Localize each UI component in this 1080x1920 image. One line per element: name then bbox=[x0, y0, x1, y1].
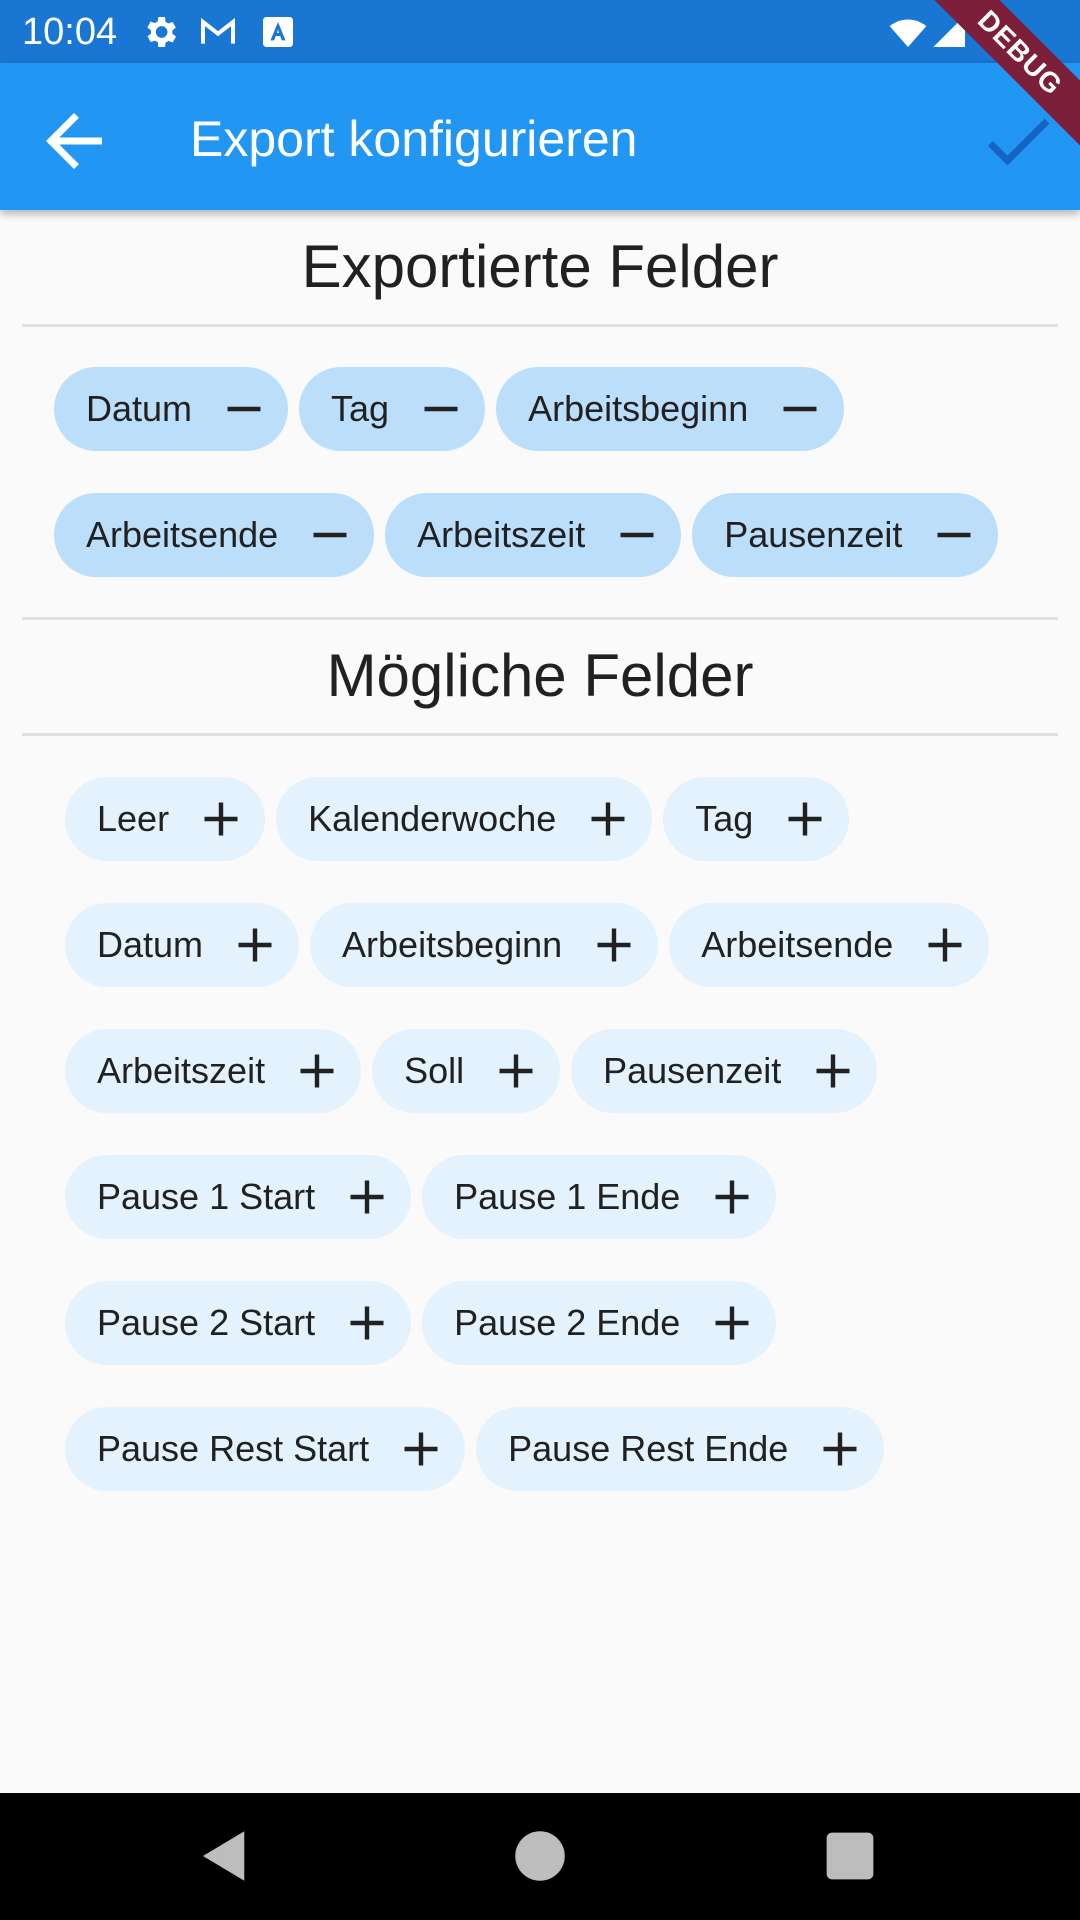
plus-icon[interactable] bbox=[199, 797, 243, 841]
plus-icon[interactable] bbox=[345, 1301, 389, 1345]
chip-label: Pause 2 Ende bbox=[454, 1302, 681, 1343]
chip-label: Pausenzeit bbox=[603, 1050, 782, 1091]
chip-label: Datum bbox=[97, 924, 204, 965]
chip-label: Tag bbox=[695, 798, 754, 839]
chip-label: Pause 1 Start bbox=[97, 1176, 316, 1217]
exported-field-chip[interactable]: Arbeitsbeginn bbox=[496, 367, 845, 451]
navigation-bar bbox=[0, 1793, 1080, 1920]
chip-label: Pause Rest Ende bbox=[508, 1428, 789, 1469]
possible-field-chip[interactable]: Pause 2 Start bbox=[65, 1281, 412, 1365]
possible-field-chip[interactable]: Pause 1 Ende bbox=[422, 1155, 777, 1239]
possible-field-chip[interactable]: Datum bbox=[65, 903, 300, 987]
status-time: 10:04 bbox=[22, 11, 118, 53]
plus-icon[interactable] bbox=[586, 797, 630, 841]
status-bar: 10:04 bbox=[0, 0, 1080, 63]
plus-icon[interactable] bbox=[592, 923, 636, 967]
possible-field-chip[interactable]: Arbeitsende bbox=[669, 903, 990, 987]
app-bar: Export konfigurieren bbox=[0, 63, 1080, 210]
minus-icon[interactable] bbox=[778, 387, 822, 431]
wifi-icon bbox=[889, 19, 927, 47]
plus-icon[interactable] bbox=[818, 1427, 862, 1471]
divider bbox=[22, 733, 1058, 736]
plus-icon[interactable] bbox=[811, 1049, 855, 1093]
minus-icon[interactable] bbox=[419, 387, 463, 431]
possible-field-chip[interactable]: Soll bbox=[372, 1029, 561, 1113]
text-a-icon bbox=[263, 17, 293, 47]
plus-icon[interactable] bbox=[399, 1427, 443, 1471]
possible-fields-title: Mögliche Felder bbox=[326, 642, 754, 709]
minus-icon[interactable] bbox=[615, 513, 659, 557]
possible-field-chip[interactable]: Pause 1 Start bbox=[65, 1155, 412, 1239]
minus-icon[interactable] bbox=[932, 513, 976, 557]
chip-label: Leer bbox=[97, 798, 170, 839]
exported-field-chip[interactable]: Tag bbox=[299, 367, 486, 451]
arrow-back-icon[interactable] bbox=[32, 99, 116, 183]
plus-icon[interactable] bbox=[295, 1049, 339, 1093]
minus-icon[interactable] bbox=[222, 387, 266, 431]
chip-label: Soll bbox=[404, 1050, 465, 1091]
minus-icon[interactable] bbox=[308, 513, 352, 557]
possible-field-chip[interactable]: Tag bbox=[663, 777, 850, 861]
plus-icon[interactable] bbox=[494, 1049, 538, 1093]
plus-icon[interactable] bbox=[710, 1175, 754, 1219]
possible-field-chip[interactable]: Pause Rest Ende bbox=[476, 1407, 885, 1491]
chip-label: Arbeitsende bbox=[701, 924, 894, 965]
possible-field-chip[interactable]: Pausenzeit bbox=[571, 1029, 878, 1113]
plus-icon[interactable] bbox=[923, 923, 967, 967]
recents-square-icon[interactable] bbox=[817, 1823, 883, 1889]
exported-field-chip[interactable]: Pausenzeit bbox=[692, 493, 999, 577]
exported-field-chip[interactable]: Arbeitsende bbox=[54, 493, 375, 577]
possible-field-chip[interactable]: Kalenderwoche bbox=[276, 777, 653, 861]
chip-label: Pause 1 Ende bbox=[454, 1176, 681, 1217]
possible-fields-list: Leer Kalenderwoche Tag Datum Arbeitsbeginn Ar… bbox=[65, 777, 1055, 1491]
possible-field-chip[interactable]: Leer bbox=[65, 777, 266, 861]
chip-label: Arbeitszeit bbox=[417, 514, 586, 555]
possible-field-chip[interactable]: Arbeitsbeginn bbox=[310, 903, 659, 987]
chip-label: Arbeitsbeginn bbox=[528, 388, 749, 429]
chip-label: Pause 2 Start bbox=[97, 1302, 316, 1343]
exported-field-chip[interactable]: Datum bbox=[54, 367, 289, 451]
gmail-icon bbox=[201, 17, 235, 44]
divider bbox=[22, 617, 1058, 620]
divider bbox=[22, 324, 1058, 327]
possible-field-chip[interactable]: Pause 2 Ende bbox=[422, 1281, 777, 1365]
possible-field-chip[interactable]: Arbeitszeit bbox=[65, 1029, 362, 1113]
chip-label: Datum bbox=[86, 388, 193, 429]
exported-fields-list: Datum Tag Arbeitsbeginn Arbeitsende Arbeitsz… bbox=[54, 367, 1054, 577]
gear-icon bbox=[147, 17, 176, 47]
plus-icon[interactable] bbox=[233, 923, 277, 967]
home-circle-icon[interactable] bbox=[507, 1823, 573, 1889]
exported-fields-title: Exportierte Felder bbox=[301, 233, 779, 300]
plus-icon[interactable] bbox=[710, 1301, 754, 1345]
plus-icon[interactable] bbox=[345, 1175, 389, 1219]
plus-icon[interactable] bbox=[783, 797, 827, 841]
chip-label: Tag bbox=[331, 388, 390, 429]
chip-label: Pausenzeit bbox=[724, 514, 903, 555]
page-title: Export konfigurieren bbox=[190, 111, 638, 167]
chip-label: Arbeitsbeginn bbox=[342, 924, 563, 965]
chip-label: Kalenderwoche bbox=[308, 798, 557, 839]
chip-label: Arbeitsende bbox=[86, 514, 279, 555]
back-triangle-icon[interactable] bbox=[192, 1823, 258, 1889]
chip-label: Arbeitszeit bbox=[97, 1050, 266, 1091]
exported-field-chip[interactable]: Arbeitszeit bbox=[385, 493, 682, 577]
possible-field-chip[interactable]: Pause Rest Start bbox=[65, 1407, 466, 1491]
chip-label: Pause Rest Start bbox=[97, 1428, 370, 1469]
